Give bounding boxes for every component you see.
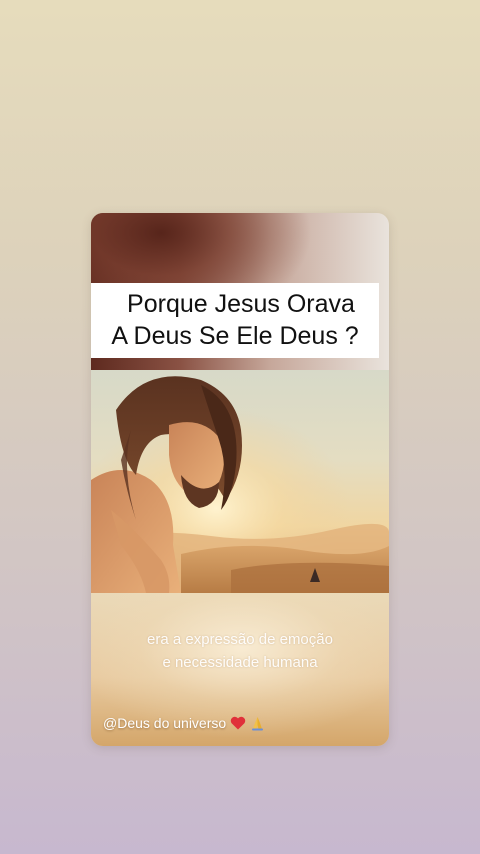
praying-hands-icon: [250, 716, 265, 731]
author-handle[interactable]: @Deus do universo: [103, 715, 226, 731]
title-line-1: Porque Jesus Orava: [127, 290, 355, 318]
author-handle-row[interactable]: @Deus do universo: [103, 715, 265, 731]
jesus-praying-image: [91, 370, 389, 593]
video-post-card[interactable]: Porque Jesus Orava A Deus Se Ele Deus ?: [91, 213, 389, 746]
heart-icon: [230, 716, 246, 730]
title-line-2: A Deus Se Ele Deus ?: [111, 322, 359, 350]
caption-area: era a expressão de emoção e necessidade …: [91, 593, 389, 746]
title-banner: Porque Jesus Orava A Deus Se Ele Deus ?: [91, 283, 379, 358]
caption-line-1: era a expressão de emoção: [147, 631, 333, 648]
caption-line-2: e necessidade humana: [162, 654, 318, 671]
